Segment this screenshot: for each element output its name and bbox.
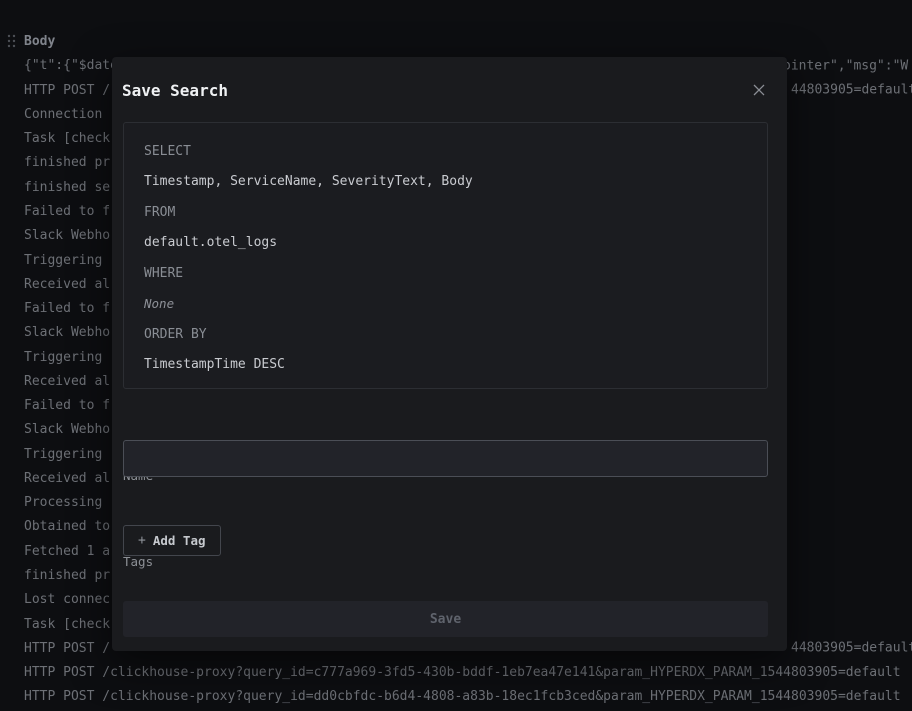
- log-row-text: Triggering: [24, 350, 102, 365]
- query-summary-box: SELECT Timestamp, ServiceName, SeverityTe…: [123, 122, 768, 389]
- log-row-text-overflow: 44803905=default: [791, 641, 912, 656]
- drag-handle-icon[interactable]: [7, 34, 16, 48]
- log-row-text: Processing: [24, 495, 102, 510]
- query-clause-label: ORDER BY: [144, 327, 207, 342]
- log-row-text: Task [check: [24, 617, 110, 632]
- log-row-text: HTTP POST /clickhouse-proxy?query_id=c77…: [24, 665, 901, 680]
- plus-icon: +: [138, 533, 146, 548]
- column-header-body[interactable]: Body: [24, 34, 55, 49]
- modal-title: Save Search: [122, 81, 228, 100]
- log-row-text: {"t":{"$date: [24, 58, 118, 73]
- log-row-text-overflow: ointer","msg":"W: [783, 58, 908, 73]
- close-icon: [750, 81, 768, 99]
- log-row-text: HTTP POST /: [24, 83, 110, 98]
- log-row-text: finished pr: [24, 568, 110, 583]
- query-clause-value: Timestamp, ServiceName, SeverityText, Bo…: [144, 174, 473, 189]
- log-row-text: Triggering: [24, 447, 102, 462]
- log-row-text: Slack Webho: [24, 228, 110, 243]
- save-search-modal: Save Search SELECT Timestamp, ServiceName…: [112, 57, 787, 651]
- log-row-text: Fetched 1 a: [24, 544, 110, 559]
- log-row-text: Received al: [24, 277, 110, 292]
- logs-column-header-row: Body: [0, 29, 912, 53]
- name-input[interactable]: [123, 440, 768, 477]
- log-row-text: Slack Webho: [24, 325, 110, 340]
- log-row-text: Slack Webho: [24, 422, 110, 437]
- log-row-text: Connection: [24, 107, 102, 122]
- log-row-text: Triggering: [24, 253, 102, 268]
- log-row-text: Failed to f: [24, 301, 110, 316]
- query-clause-label: WHERE: [144, 266, 183, 281]
- log-row-text: Obtained to: [24, 519, 110, 534]
- query-clause-value: None: [144, 296, 174, 311]
- log-row-text: Failed to f: [24, 398, 110, 413]
- add-tag-label: Add Tag: [153, 533, 206, 548]
- query-clause-label: SELECT: [144, 144, 191, 159]
- log-row[interactable]: HTTP POST /clickhouse-proxy?query_id=dd0…: [0, 685, 912, 709]
- app-root: Body {"t":{"$date ointer","msg":"W HTTP PO…: [0, 0, 912, 711]
- save-button[interactable]: Save: [123, 601, 768, 637]
- log-row-text: finished pr: [24, 155, 110, 170]
- log-row-text: Lost connec: [24, 592, 110, 607]
- query-clause-label: FROM: [144, 205, 175, 220]
- query-clause-value: TimestampTime DESC: [144, 357, 285, 372]
- log-row-text: Received al: [24, 471, 110, 486]
- close-button[interactable]: [746, 77, 772, 103]
- log-row-text: Received al: [24, 374, 110, 389]
- log-row-text-overflow: 44803905=default: [791, 83, 912, 98]
- log-row-text: HTTP POST /: [24, 641, 110, 656]
- log-row[interactable]: HTTP POST /clickhouse-proxy?query_id=c77…: [0, 660, 912, 684]
- log-row-text: finished se: [24, 180, 110, 195]
- log-row-text: HTTP POST /clickhouse-proxy?query_id=dd0…: [24, 689, 901, 704]
- query-clause-value: default.otel_logs: [144, 235, 277, 250]
- add-tag-button[interactable]: + Add Tag: [123, 525, 221, 556]
- log-row-text: Task [check: [24, 131, 110, 146]
- tags-label: Tags: [123, 554, 153, 569]
- log-row-text: Failed to f: [24, 204, 110, 219]
